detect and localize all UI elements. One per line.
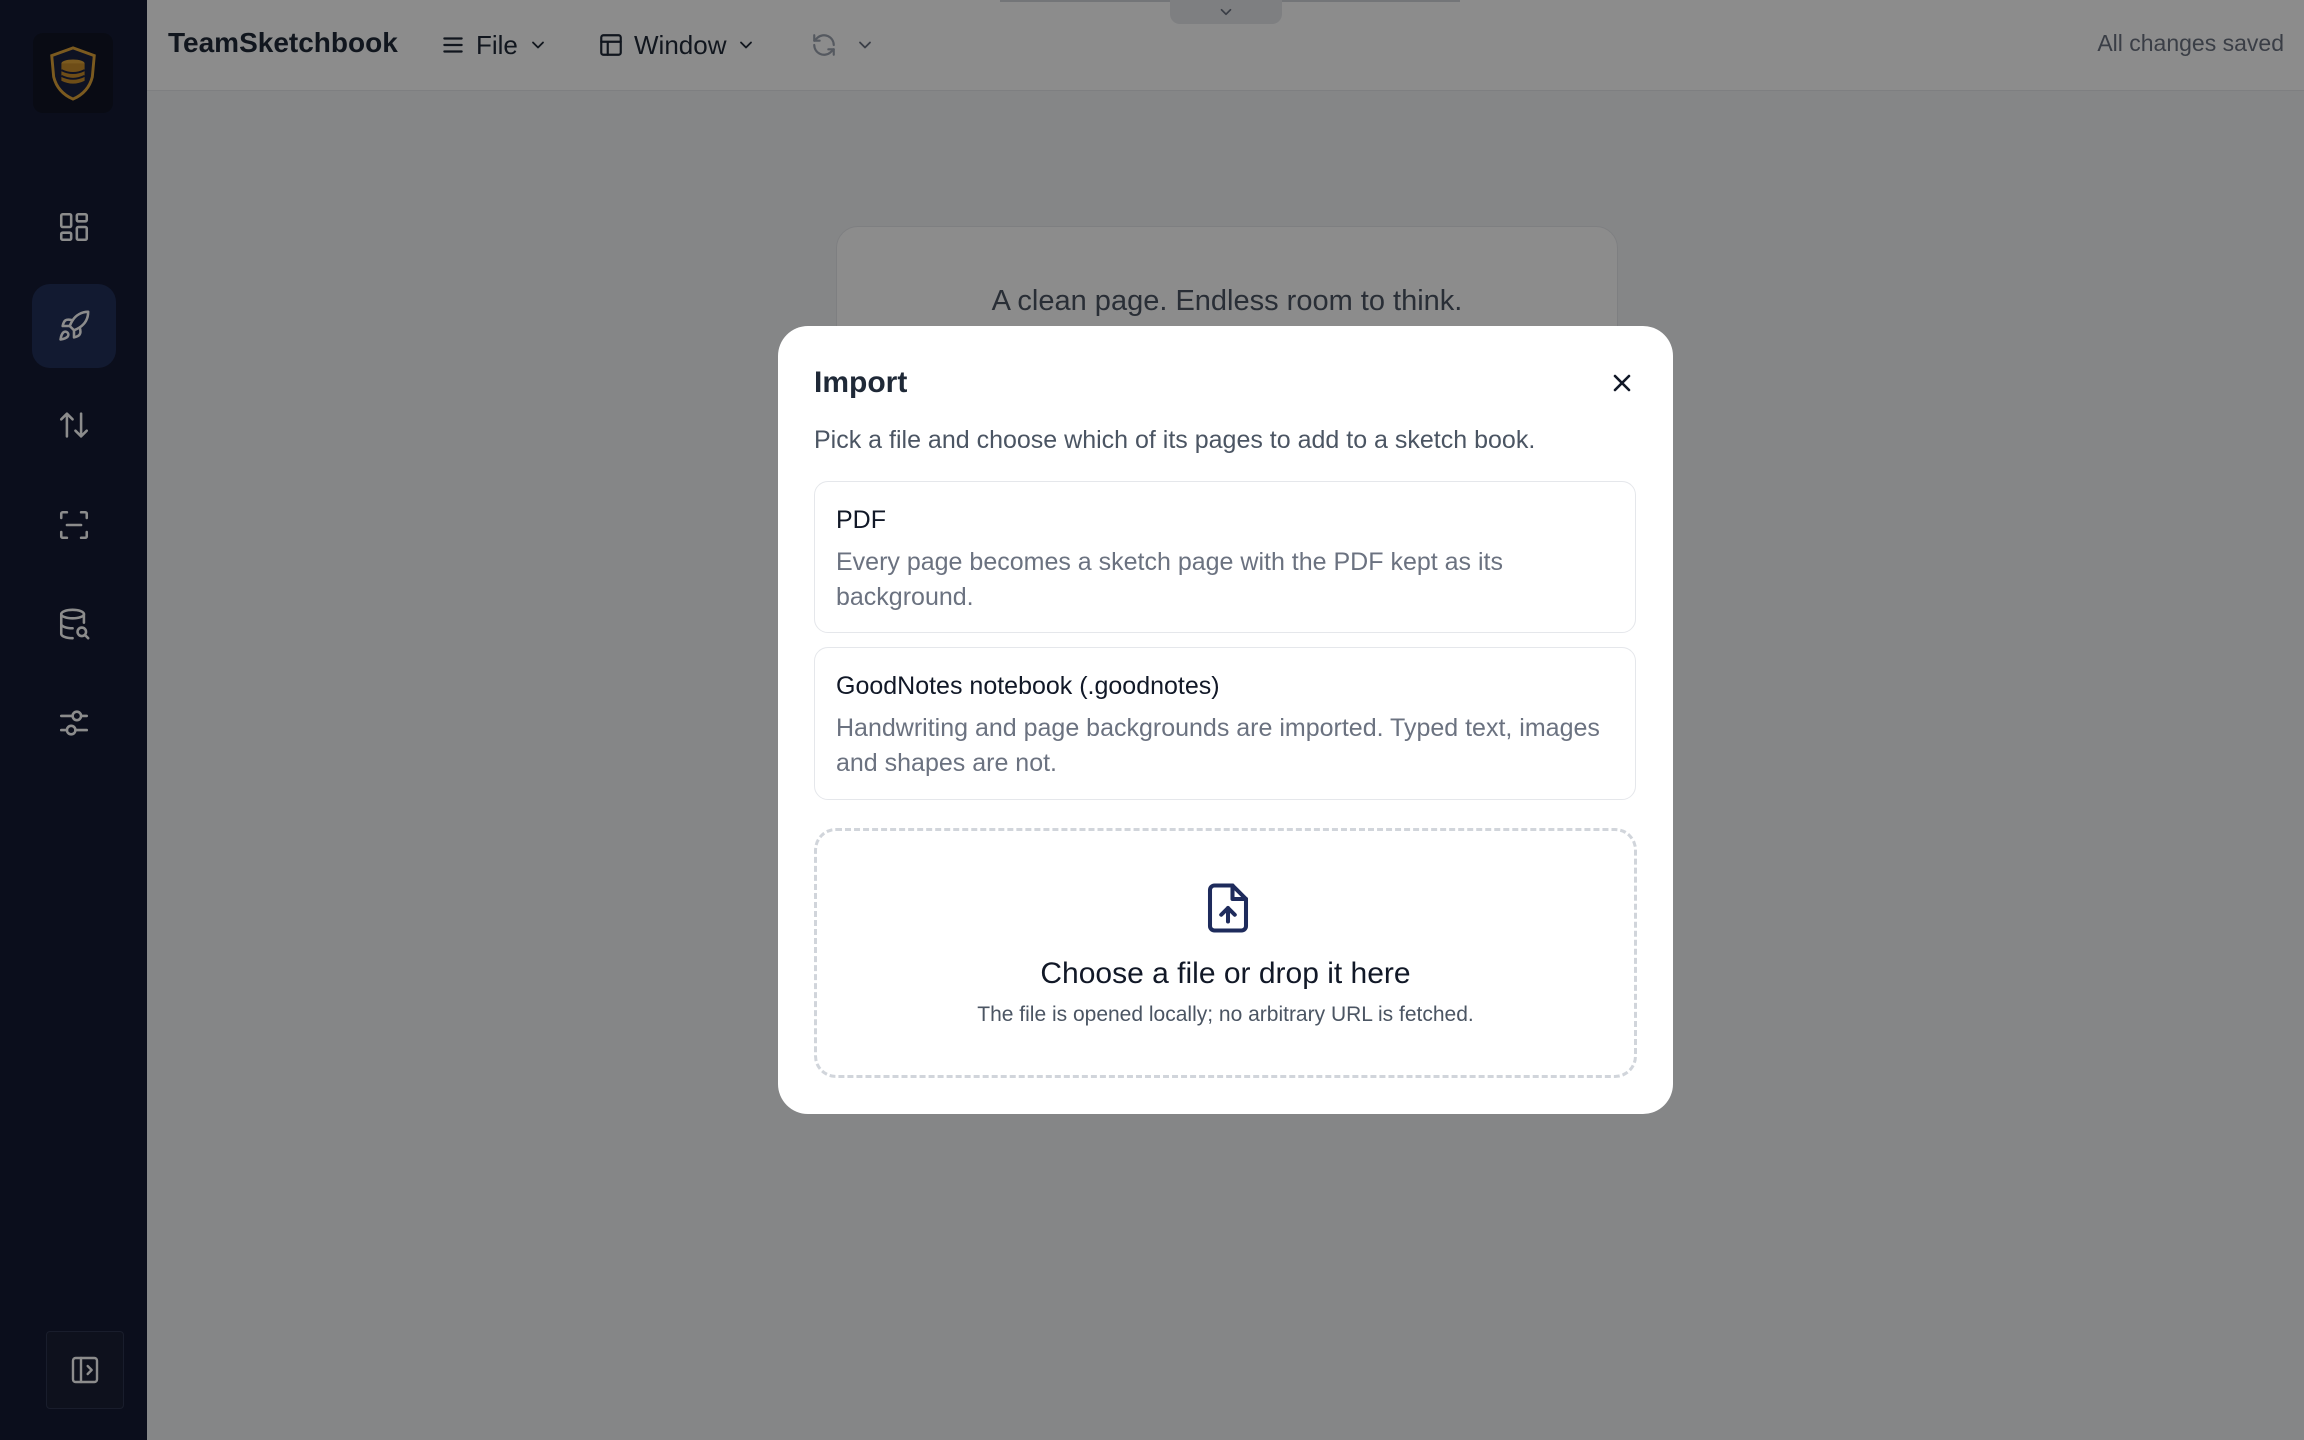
- file-upload-icon: [1207, 883, 1249, 933]
- option-title: GoodNotes notebook (.goodnotes): [836, 672, 1220, 700]
- import-option-pdf[interactable]: PDF Every page becomes a sketch page wit…: [814, 481, 1636, 633]
- dropzone-title: Choose a file or drop it here: [1040, 957, 1411, 990]
- import-dialog: Import Pick a file and choose which of i…: [778, 326, 1673, 1114]
- option-description: Every page becomes a sketch page with th…: [836, 548, 1504, 611]
- file-dropzone[interactable]: Choose a file or drop it here The file i…: [814, 828, 1637, 1078]
- option-description: Handwriting and page backgrounds are imp…: [836, 714, 1600, 777]
- dialog-description: Pick a file and choose which of its page…: [814, 426, 1536, 454]
- close-button[interactable]: [1607, 368, 1637, 398]
- option-title: PDF: [836, 506, 886, 534]
- close-icon: [1613, 374, 1631, 392]
- dialog-title: Import: [814, 366, 908, 399]
- dropzone-subtitle: The file is opened locally; no arbitrary…: [977, 1003, 1474, 1026]
- import-option-goodnotes[interactable]: GoodNotes notebook (.goodnotes) Handwrit…: [814, 647, 1636, 800]
